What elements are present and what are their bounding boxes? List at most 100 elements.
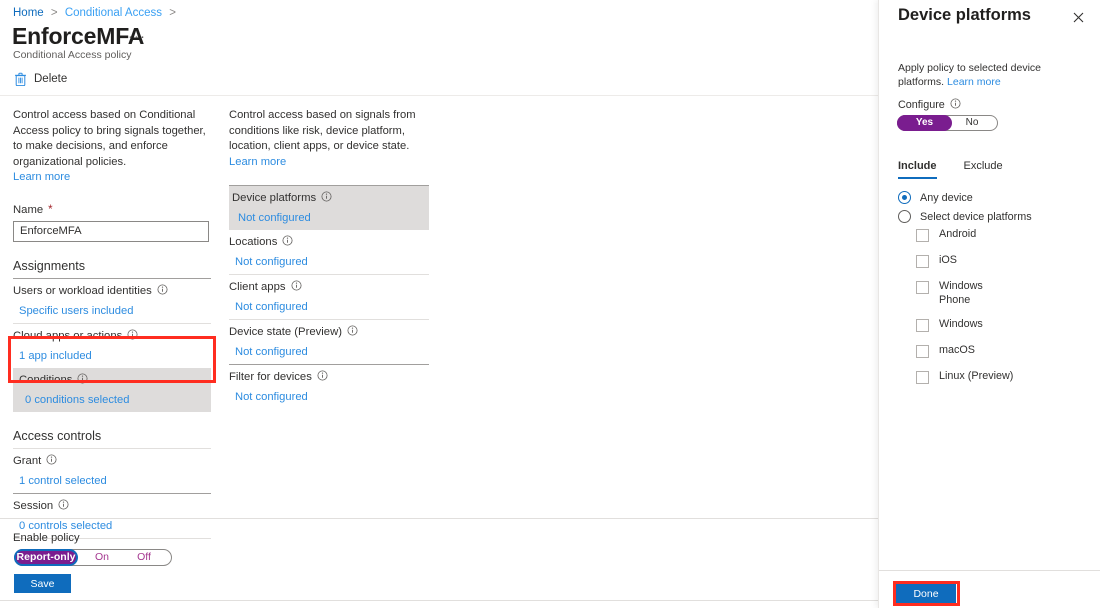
row-label-text: Filter for devices (229, 371, 312, 383)
row-label: Locations (229, 235, 429, 249)
row-value[interactable]: 1 app included (19, 350, 211, 362)
name-input[interactable] (13, 221, 209, 242)
info-icon[interactable] (157, 284, 168, 298)
checkbox-row-ios[interactable]: iOS (916, 254, 957, 268)
info-icon[interactable] (317, 370, 328, 384)
row-session[interactable]: Session 0 controls selected (13, 494, 211, 538)
configure-option-no[interactable]: No (956, 115, 988, 131)
row-grant[interactable]: Grant 1 control selected (13, 449, 211, 493)
checkbox-icon[interactable] (916, 319, 929, 332)
enable-policy-toggle[interactable]: Report-only On Off (14, 549, 172, 566)
breadcrumb-conditional-access[interactable]: Conditional Access (65, 7, 162, 19)
checkbox-row-linux[interactable]: Linux (Preview) (916, 370, 1013, 384)
row-label: Conditions (13, 373, 211, 387)
configure-option-yes[interactable]: Yes (897, 115, 952, 131)
configure-label-text: Configure (898, 99, 945, 111)
command-bar-divider (0, 95, 878, 96)
middle-intro-text: Control access based on signals from con… (229, 108, 429, 170)
footer-divider (0, 518, 878, 519)
more-options-button[interactable]: ··· (128, 28, 146, 45)
checkbox-row-windows[interactable]: Windows (916, 318, 983, 332)
left-learn-more-link[interactable]: Learn more (13, 171, 70, 183)
condition-row-device-platforms[interactable]: Device platforms Not configured (229, 186, 429, 230)
row-cloud-apps-or-actions[interactable]: Cloud apps or actions 1 app included (13, 324, 211, 368)
delete-button[interactable]: Delete (14, 72, 67, 86)
row-conditions[interactable]: Conditions 0 conditions selected (13, 368, 211, 412)
info-icon[interactable] (58, 499, 69, 513)
radio-label: Any device (920, 192, 973, 204)
breadcrumb-separator-2: > (169, 7, 176, 19)
row-value[interactable]: 0 controls selected (19, 520, 211, 532)
radio-icon-selected[interactable] (898, 191, 911, 204)
row-label-text: Client apps (229, 281, 286, 293)
row-value[interactable]: Not configured (235, 301, 429, 313)
tab-exclude[interactable]: Exclude (964, 160, 1003, 179)
policy-left-column: Control access based on Conditional Acce… (13, 108, 211, 539)
row-users-or-workload-identities[interactable]: Users or workload identities Specific us… (13, 279, 211, 323)
delete-button-label: Delete (34, 73, 67, 85)
checkbox-label: Linux (Preview) (939, 370, 1013, 384)
enable-policy-label: Enable policy (13, 532, 80, 544)
middle-intro-sentence: Control access based on signals from con… (229, 109, 416, 152)
radio-icon-unselected[interactable] (898, 210, 911, 223)
assignments-heading: Assignments (13, 258, 211, 274)
condition-row-device-state[interactable]: Device state (Preview) Not configured (229, 320, 429, 364)
info-icon[interactable] (282, 235, 293, 249)
row-value[interactable]: Not configured (235, 256, 429, 268)
info-icon[interactable] (347, 325, 358, 339)
info-icon[interactable] (127, 329, 138, 343)
condition-row-client-apps[interactable]: Client apps Not configured (229, 275, 429, 319)
row-value[interactable]: Not configured (235, 391, 429, 403)
row-label-text: Grant (13, 455, 41, 467)
row-value[interactable]: Not configured (238, 212, 429, 224)
checkbox-icon[interactable] (916, 229, 929, 242)
panel-learn-more-link[interactable]: Learn more (947, 76, 1001, 88)
breadcrumb-home[interactable]: Home (13, 7, 44, 19)
breadcrumb-separator-1: > (51, 7, 58, 19)
access-controls-heading: Access controls (13, 428, 211, 444)
radio-any-device[interactable]: Any device (898, 191, 973, 204)
checkbox-icon[interactable] (916, 345, 929, 358)
main-region: Home > Conditional Access > EnforceMFA ·… (0, 0, 878, 608)
close-icon[interactable] (1069, 8, 1087, 26)
info-icon[interactable] (291, 280, 302, 294)
row-value[interactable]: Not configured (235, 346, 429, 358)
middle-learn-more-link[interactable]: Learn more (229, 156, 286, 168)
info-icon[interactable] (77, 373, 88, 387)
condition-row-locations[interactable]: Locations Not configured (229, 230, 429, 274)
checkbox-label: Windows Phone (939, 280, 996, 307)
panel-description: Apply policy to selected device platform… (898, 61, 1088, 89)
checkbox-icon[interactable] (916, 371, 929, 384)
condition-row-filter-for-devices[interactable]: Filter for devices Not configured (229, 365, 429, 409)
checkbox-icon[interactable] (916, 281, 929, 294)
row-label: Session (13, 499, 211, 513)
toggle-option-off[interactable]: Off (127, 549, 161, 566)
toggle-option-on[interactable]: On (85, 549, 119, 566)
checkbox-row-windows-phone[interactable]: Windows Phone (916, 280, 996, 307)
conditions-middle-column: Control access based on signals from con… (229, 108, 429, 409)
row-label-text: Session (13, 500, 53, 512)
info-icon[interactable] (46, 454, 57, 468)
row-label: Device platforms (229, 191, 429, 205)
checkbox-row-macos[interactable]: macOS (916, 344, 975, 358)
info-icon[interactable] (321, 191, 332, 205)
left-intro-text: Control access based on Conditional Acce… (13, 108, 211, 186)
radio-select-device-platforms[interactable]: Select device platforms (898, 210, 1032, 223)
configure-toggle[interactable]: Yes No (897, 115, 998, 131)
row-value[interactable]: 0 conditions selected (25, 394, 211, 406)
done-button[interactable]: Done (896, 584, 956, 603)
save-button[interactable]: Save (14, 574, 71, 593)
checkbox-icon[interactable] (916, 255, 929, 268)
toggle-option-report-only[interactable]: Report-only (14, 549, 78, 566)
checkbox-label: Android (939, 228, 976, 242)
checkbox-row-android[interactable]: Android (916, 228, 976, 242)
row-value[interactable]: 1 control selected (19, 475, 211, 487)
row-label-text: Locations (229, 236, 277, 248)
row-label-text: Cloud apps or actions (13, 330, 122, 342)
tab-include[interactable]: Include (898, 160, 937, 179)
row-label: Users or workload identities (13, 284, 211, 298)
page-subtitle: Conditional Access policy (13, 49, 131, 62)
panel-title: Device platforms (898, 6, 1031, 25)
row-value[interactable]: Specific users included (19, 305, 211, 317)
info-icon[interactable] (950, 98, 961, 112)
